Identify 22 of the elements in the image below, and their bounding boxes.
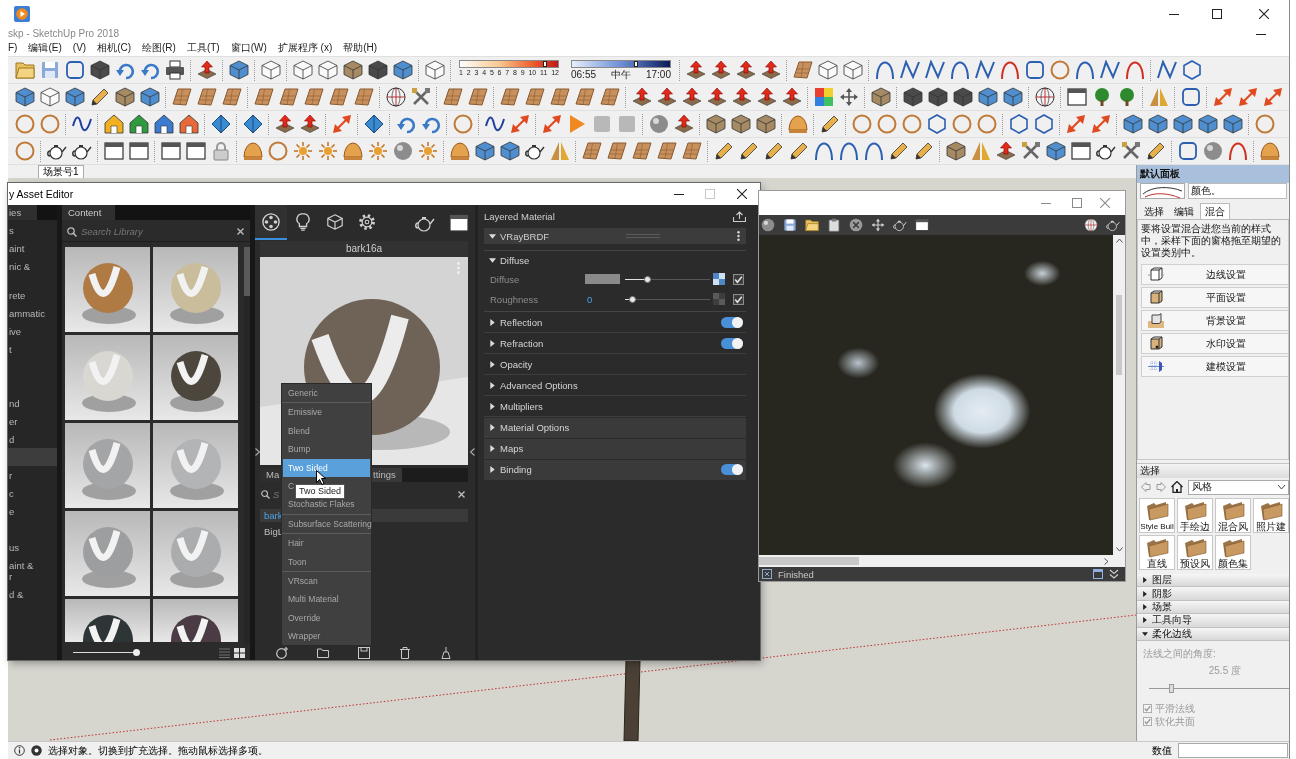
checkbox-label: 软化共面	[1155, 714, 1195, 729]
time-label: 中午	[611, 69, 631, 80]
tooltip: Two Sided	[295, 484, 346, 499]
parameter-label: Roughness	[490, 293, 540, 305]
status-text: 选择对象。切换到扩充选择。拖动鼠标选择多项。	[48, 743, 268, 758]
time-label: 17:00	[645, 69, 671, 80]
parameter-label: Diffuse	[490, 273, 521, 285]
material-name: bark16a	[260, 241, 468, 257]
window-title: y Asset Editor	[9, 188, 74, 200]
style-description: 颜色。	[1188, 183, 1287, 199]
angle-value: 25.5 度	[1208, 663, 1241, 678]
panel-title: Layered Material	[484, 211, 555, 222]
panel-title: 默认面板	[1137, 165, 1289, 183]
layer-label: VRayBRDF	[500, 230, 550, 242]
status-text: Finished	[778, 568, 814, 580]
angle-label: 法线之间的角度:	[1143, 646, 1217, 661]
instruction-text: 要将设置混合进您当前的样式中，采样下面的窗格拖至期望的设置类别中。	[1141, 223, 1282, 259]
time-label: 06:55	[571, 69, 597, 80]
window-title: skp - SketchUp Pro 2018	[8, 28, 120, 40]
section-header: 选择	[1137, 463, 1289, 478]
checkbox-label: 平滑法线	[1155, 701, 1195, 716]
measurements-label: 数值	[1152, 743, 1172, 758]
